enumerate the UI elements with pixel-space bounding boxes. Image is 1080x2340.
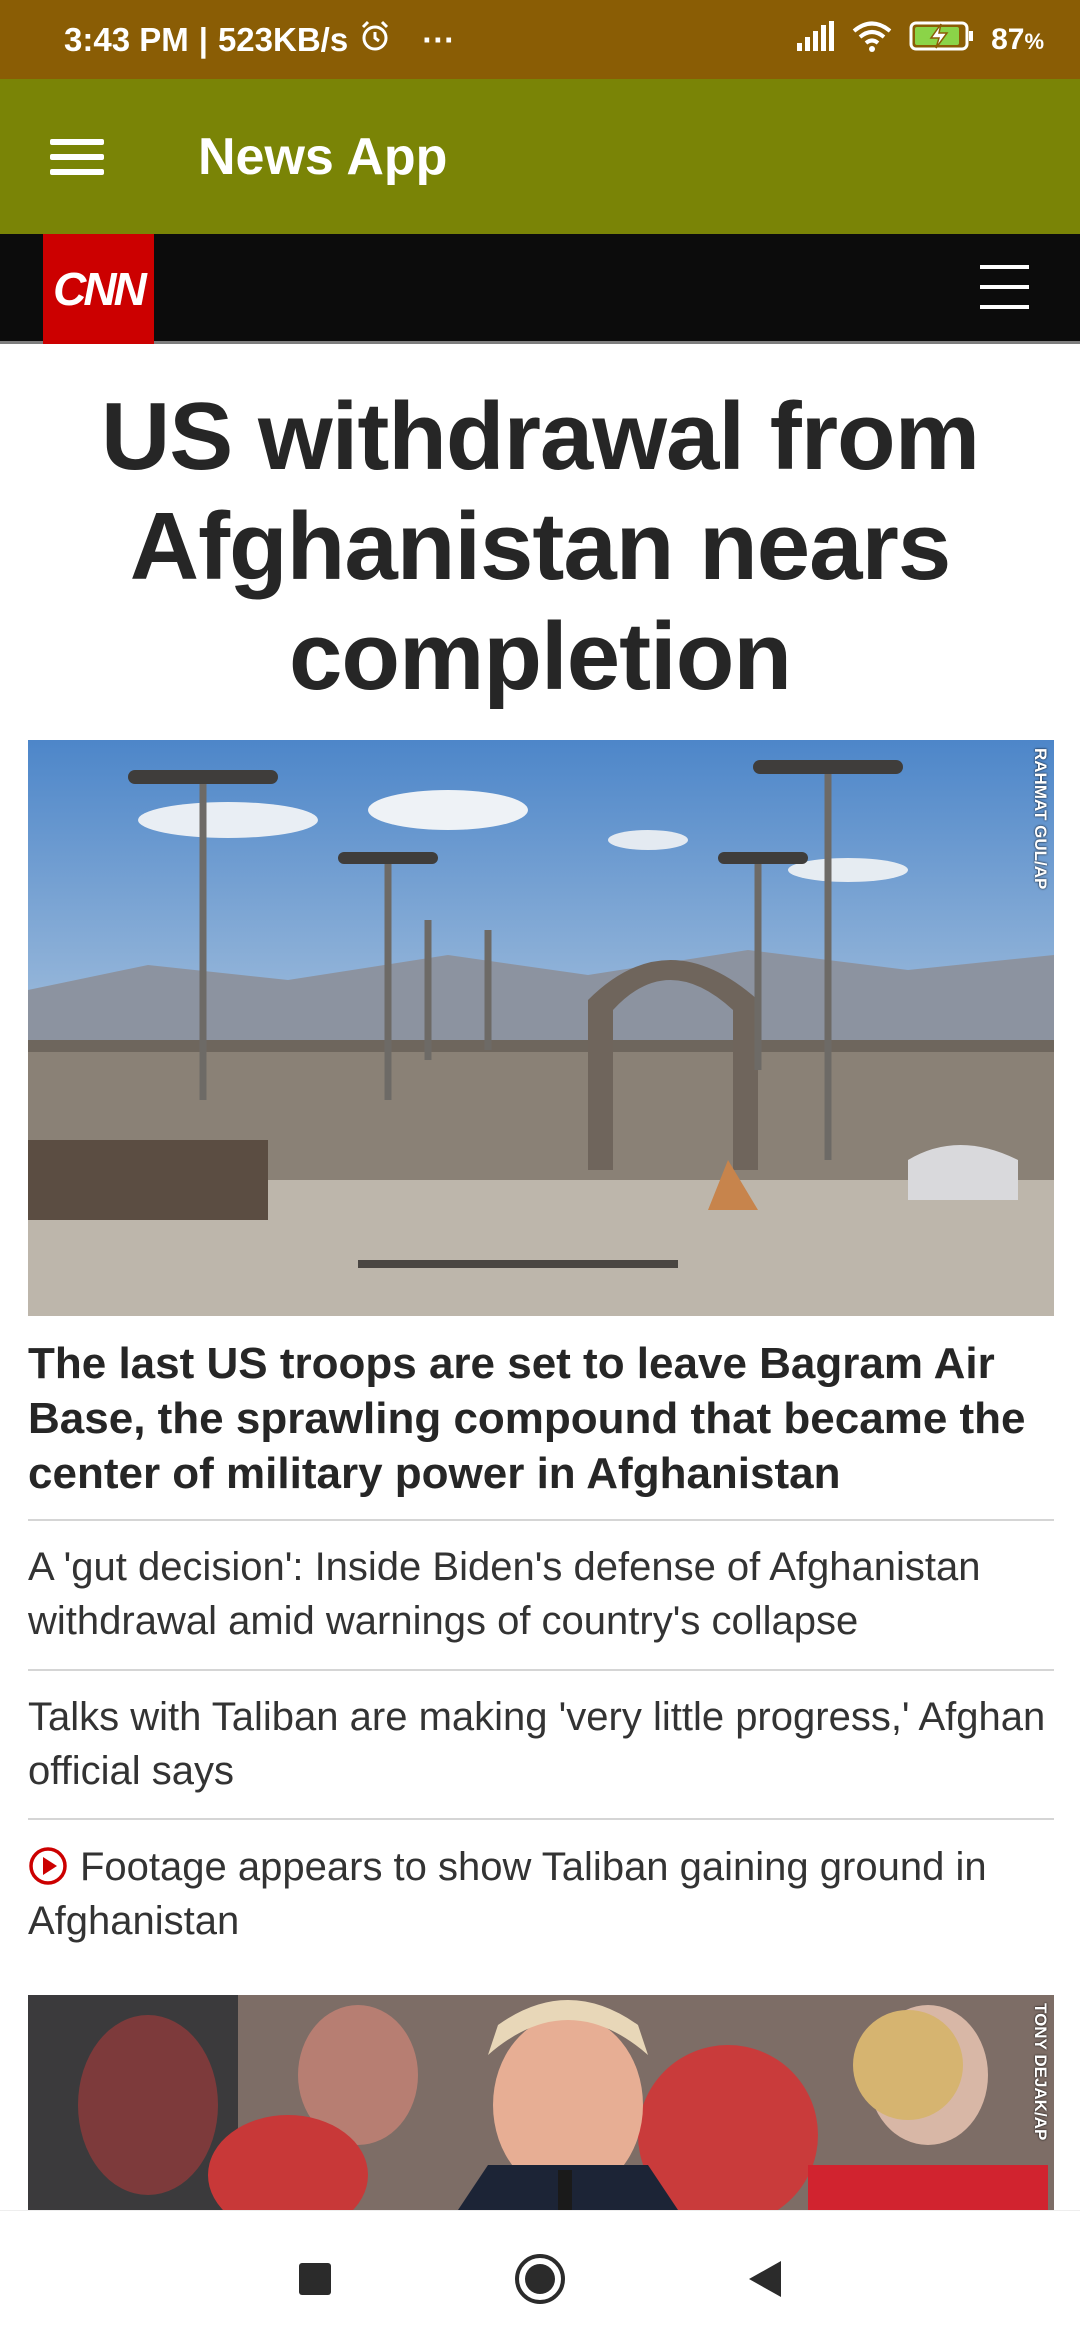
status-speed: 523KB/s [217, 20, 349, 58]
wifi-icon [851, 20, 893, 60]
video-story-text: Footage appears to show Taliban gaining … [28, 1845, 987, 1943]
video-story-link[interactable]: Footage appears to show Taliban gaining … [28, 1840, 1058, 1948]
battery-percent: 87% [991, 22, 1044, 56]
related-story-link[interactable]: Talks with Taliban are making 'very litt… [28, 1690, 1058, 1798]
signal-icon [795, 20, 835, 59]
circle-home-icon[interactable] [510, 2249, 570, 2309]
cnn-logo[interactable]: CNN [43, 234, 154, 344]
cnn-menu-icon[interactable] [980, 265, 1029, 309]
rally-photo[interactable]: TONY DEJAK/AP [28, 1995, 1054, 2210]
cnn-header: CNN [0, 234, 1080, 344]
status-right: 87% [795, 20, 1044, 60]
divider [28, 1519, 1054, 1521]
divider [28, 1669, 1054, 1671]
app-title: News App [198, 128, 448, 186]
photo-credit: RAHMAT GUL/AP [1031, 748, 1050, 890]
related-story-link[interactable]: A 'gut decision': Inside Biden's defense… [28, 1540, 1058, 1648]
alarm-icon [358, 19, 392, 61]
status-time: 3:43 PM [64, 20, 189, 58]
triangle-back-icon[interactable] [735, 2249, 795, 2309]
play-icon [28, 1846, 68, 1886]
article-headline[interactable]: US withdrawal from Afghanistan nears com… [40, 382, 1040, 712]
lead-story-link[interactable]: The last US troops are set to leave Bagr… [28, 1336, 1058, 1501]
battery-charging-icon [909, 20, 975, 60]
hamburger-icon[interactable] [50, 139, 104, 177]
photo-credit: TONY DEJAK/AP [1031, 2003, 1050, 2141]
status-separator: | [198, 20, 208, 58]
status-dots: ··· [422, 20, 456, 58]
app-bar: News App [0, 79, 1080, 234]
divider [28, 1818, 1054, 1820]
status-bar: 3:43 PM | 523KB/s ··· 87% [0, 0, 1080, 79]
square-recents-icon[interactable] [285, 2249, 345, 2309]
screen: 3:43 PM | 523KB/s ··· 87% News App CNN U… [0, 0, 1080, 2340]
system-nav-bar [0, 2210, 1080, 2340]
status-left: 3:43 PM | 523KB/s ··· [64, 19, 455, 61]
bagram-photo[interactable]: RAHMAT GUL/AP [28, 740, 1054, 1316]
